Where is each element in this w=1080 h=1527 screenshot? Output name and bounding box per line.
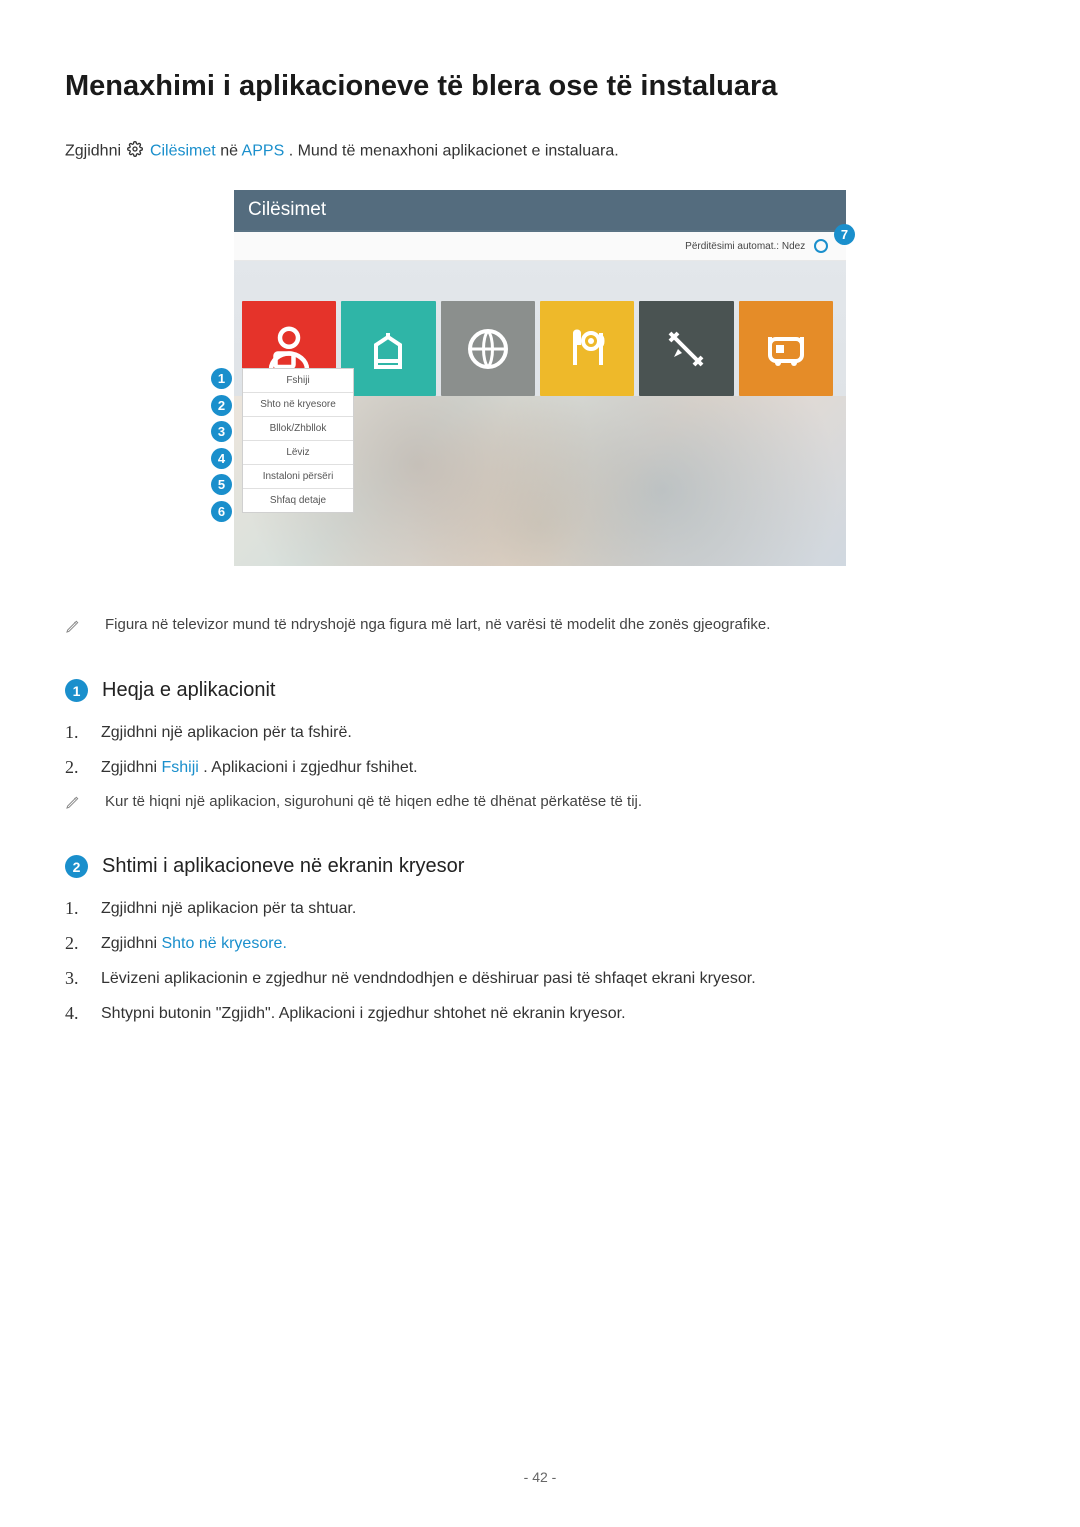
menu-add-home[interactable]: Shto në kryesore [243, 393, 353, 417]
section-1-note-text: Kur të hiqni një aplikacion, sigurohuni … [105, 792, 642, 810]
callout-badge-5: 5 [211, 474, 232, 495]
intro-suffix: . Mund të menaxhoni aplikacionet e insta… [289, 143, 619, 160]
list-text: Shtypni butonin "Zgjidh". Aplikacioni i … [101, 1003, 626, 1023]
intro-prefix: Zgjidhni [65, 143, 125, 160]
app-tile-gray[interactable] [441, 301, 535, 396]
list-num: 1. [65, 722, 101, 743]
delete-link[interactable]: Fshiji [161, 759, 198, 776]
auto-update-toggle[interactable] [814, 239, 828, 253]
document-page: Menaxhimi i aplikacioneve të blera ose t… [0, 0, 1080, 1024]
menu-reinstall[interactable]: Instaloni përsëri [243, 465, 353, 489]
intro-paragraph: Zgjidhni Cilësimet në APPS . Mund të men… [65, 141, 1015, 162]
list-text: Zgjidhni një aplikacion për ta fshirë. [101, 722, 352, 742]
item2-prefix: Zgjidhni [101, 935, 161, 952]
section-2-badge: 2 [65, 855, 88, 878]
list-text: Zgjidhni Fshiji . Aplikacioni i zgjedhur… [101, 757, 418, 777]
callout-badge-7-wrap: 7 [834, 224, 855, 245]
callout-badge-7: 7 [834, 224, 855, 245]
menu-delete[interactable]: Fshiji [243, 369, 353, 393]
list-num: 2. [65, 757, 101, 778]
callout-badge-4: 4 [211, 448, 232, 469]
page-number: - 42 - [0, 1469, 1080, 1485]
section-1: 1 Heqja e aplikacionit 1. Zgjidhni një a… [65, 679, 1015, 815]
auto-update-label: Përditësimi automat.: Ndez [685, 241, 805, 252]
callout-badge-6: 6 [211, 501, 232, 522]
settings-link[interactable]: Cilësimet [150, 143, 216, 160]
list-item: 1. Zgjidhni një aplikacion për ta fshirë… [65, 722, 1015, 743]
list-item: 1. Zgjidhni një aplikacion për ta shtuar… [65, 898, 1015, 919]
section-1-title: Heqja e aplikacionit [102, 679, 275, 702]
list-item: 3. Lëvizeni aplikacionin e zgjedhur në v… [65, 968, 1015, 989]
page-title: Menaxhimi i aplikacioneve të blera ose t… [65, 70, 1015, 103]
list-text: Lëvizeni aplikacionin e zgjedhur në vend… [101, 968, 756, 988]
list-text: Zgjidhni një aplikacion për ta shtuar. [101, 898, 356, 918]
pencil-icon [65, 794, 81, 815]
menu-block[interactable]: Bllok/Zhbllok [243, 417, 353, 441]
app-tile-yellow[interactable] [540, 301, 634, 396]
context-menu: Fshiji Shto në kryesore Bllok/Zhbllok Lë… [242, 368, 354, 513]
add-home-link[interactable]: Shto në kryesore. [161, 935, 286, 952]
gear-icon [127, 141, 143, 162]
list-num: 3. [65, 968, 101, 989]
section-1-head: 1 Heqja e aplikacionit [65, 679, 1015, 702]
section-1-note: Kur të hiqni një aplikacion, sigurohuni … [65, 792, 1015, 815]
intro-mid: në [220, 143, 241, 160]
section-1-list: 1. Zgjidhni një aplikacion për ta fshirë… [65, 722, 1015, 815]
apps-link[interactable]: APPS [242, 143, 285, 160]
menu-details[interactable]: Shfaq detaje [243, 489, 353, 512]
item2-prefix: Zgjidhni [101, 759, 161, 776]
badge-column: 1 2 3 4 5 6 [211, 368, 232, 527]
app-tile-dark[interactable] [639, 301, 733, 396]
section-2-head: 2 Shtimi i aplikacioneve në ekranin krye… [65, 855, 1015, 878]
callout-badge-1: 1 [211, 368, 232, 389]
list-text: Zgjidhni Shto në kryesore. [101, 933, 287, 953]
callout-badge-2: 2 [211, 395, 232, 416]
tv-screenshot: Cilësimet Përditësimi automat.: Ndez [234, 190, 846, 566]
list-item: 2. Zgjidhni Fshiji . Aplikacioni i zgjed… [65, 757, 1015, 778]
callout-badge-3: 3 [211, 421, 232, 442]
pencil-icon [65, 618, 81, 639]
section-2-title: Shtimi i aplikacioneve në ekranin kryeso… [102, 855, 464, 878]
section-2-list: 1. Zgjidhni një aplikacion për ta shtuar… [65, 898, 1015, 1024]
figure-note-text: Figura në televizor mund të ndryshojë ng… [105, 616, 770, 633]
list-num: 4. [65, 1003, 101, 1024]
app-tile-teal[interactable] [341, 301, 435, 396]
app-tile-orange[interactable] [739, 301, 833, 396]
tv-titlebar: Cilësimet [234, 190, 846, 232]
list-num: 1. [65, 898, 101, 919]
list-num: 2. [65, 933, 101, 954]
figure-note: Figura në televizor mund të ndryshojë ng… [65, 616, 1015, 639]
tv-header-row: Përditësimi automat.: Ndez [234, 232, 846, 261]
item2-suffix: . Aplikacioni i zgjedhur fshihet. [203, 759, 417, 776]
section-2: 2 Shtimi i aplikacioneve në ekranin krye… [65, 855, 1015, 1024]
section-1-badge: 1 [65, 679, 88, 702]
list-item: 2. Zgjidhni Shto në kryesore. [65, 933, 1015, 954]
list-item: 4. Shtypni butonin "Zgjidh". Aplikacioni… [65, 1003, 1015, 1024]
menu-move[interactable]: Lëviz [243, 441, 353, 465]
